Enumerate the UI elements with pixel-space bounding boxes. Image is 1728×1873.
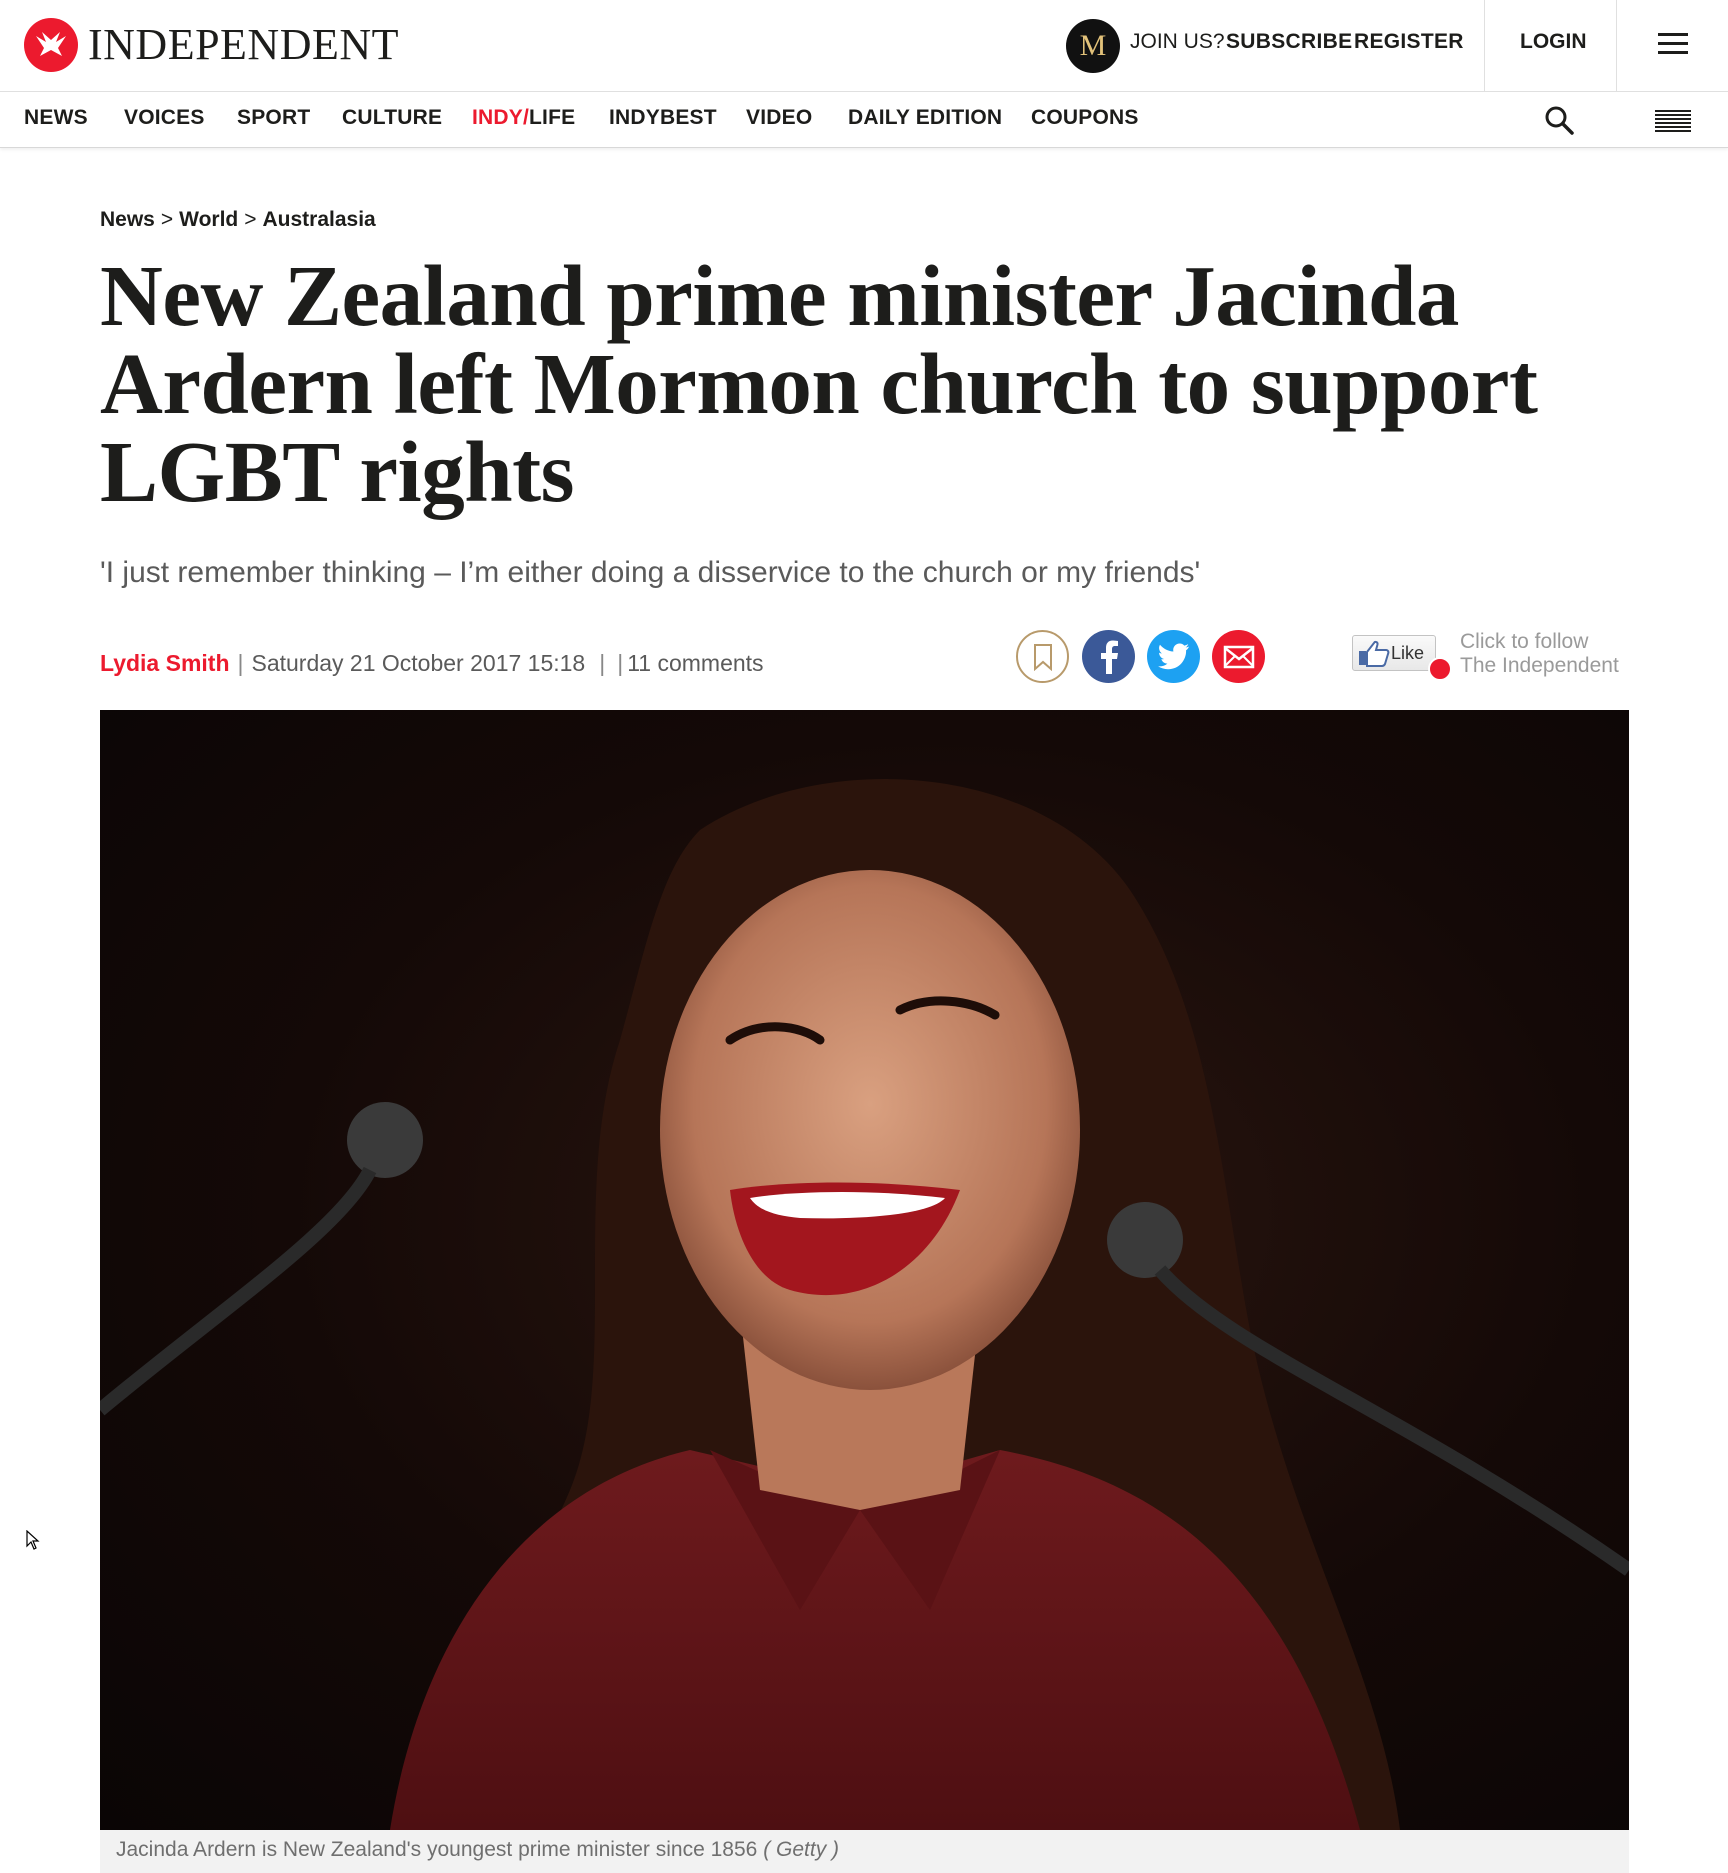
join-us-link[interactable]: JOIN US? bbox=[1130, 30, 1225, 54]
facebook-share-icon[interactable] bbox=[1082, 630, 1135, 683]
byline-divider: | bbox=[617, 650, 624, 676]
header-divider bbox=[1484, 0, 1485, 92]
login-link[interactable]: LOGIN bbox=[1520, 30, 1587, 54]
nav-item-sport[interactable]: SPORT bbox=[237, 106, 310, 130]
nav-item-video[interactable]: VIDEO bbox=[746, 106, 812, 130]
breadcrumb-world[interactable]: World bbox=[179, 208, 238, 231]
daily-edition-icon[interactable] bbox=[1655, 110, 1691, 132]
independent-logo[interactable]: INDEPENDENT bbox=[24, 16, 399, 74]
subscribe-link[interactable]: SUBSCRIBE bbox=[1226, 30, 1352, 54]
nav-item-coupons[interactable]: COUPONS bbox=[1031, 106, 1139, 130]
byline-divider: | bbox=[237, 650, 244, 676]
nav-life-label: LIFE bbox=[529, 106, 576, 129]
brand-wordmark: INDEPENDENT bbox=[88, 20, 400, 69]
follow-line-2: The Independent bbox=[1460, 654, 1619, 677]
follow-prompt[interactable]: Click to follow The Independent bbox=[1460, 630, 1619, 678]
facebook-like-button[interactable]: Like bbox=[1352, 635, 1436, 671]
nav-item-daily-edition[interactable]: DAILY EDITION bbox=[848, 106, 1002, 130]
section-nav: NEWS VOICES SPORT CULTURE INDY/LIFE INDY… bbox=[0, 92, 1728, 148]
article-byline: Lydia Smith | Saturday 21 October 2017 1… bbox=[100, 650, 764, 677]
eagle-logo-icon bbox=[24, 18, 78, 72]
like-label: Like bbox=[1391, 642, 1425, 663]
nav-indy-label: INDY/ bbox=[472, 106, 530, 129]
top-header: INDEPENDENT M JOIN US? SUBSCRIBE REGISTE… bbox=[0, 0, 1728, 148]
mouse-cursor-icon bbox=[26, 1529, 40, 1550]
register-link[interactable]: REGISTER bbox=[1354, 30, 1464, 54]
membership-badge-icon[interactable]: M bbox=[1066, 19, 1120, 73]
byline-divider: | bbox=[599, 650, 606, 676]
breadcrumb: News > World > Australasia bbox=[100, 208, 376, 232]
article-standfirst: 'I just remember thinking – I’m either d… bbox=[100, 556, 1201, 589]
follow-line-1: Click to follow bbox=[1460, 630, 1589, 653]
independent-badge-icon bbox=[1428, 657, 1452, 681]
author-link[interactable]: Lydia Smith bbox=[100, 650, 230, 677]
thumbs-up-icon bbox=[1359, 640, 1390, 667]
nav-item-culture[interactable]: CULTURE bbox=[342, 106, 442, 130]
publish-date: Saturday 21 October 2017 15:18 bbox=[251, 650, 586, 676]
nav-item-indy-life[interactable]: INDY/LIFE bbox=[472, 106, 575, 130]
comments-link[interactable]: 11 comments bbox=[627, 650, 763, 677]
article-headline: New Zealand prime minister Jacinda Arder… bbox=[100, 247, 1538, 520]
photo-credit: ( Getty ) bbox=[763, 1838, 840, 1861]
nav-item-indybest[interactable]: INDYBEST bbox=[609, 106, 717, 130]
hero-photo-illustration bbox=[100, 779, 1629, 1830]
breadcrumb-news[interactable]: News bbox=[100, 208, 155, 231]
caption-text: Jacinda Ardern is New Zealand's youngest… bbox=[116, 1838, 758, 1861]
hamburger-menu-icon[interactable] bbox=[1658, 33, 1688, 55]
bookmark-icon[interactable] bbox=[1016, 630, 1069, 683]
image-caption: Jacinda Ardern is New Zealand's youngest… bbox=[100, 1830, 1629, 1873]
nav-item-voices[interactable]: VOICES bbox=[124, 106, 205, 130]
twitter-share-icon[interactable] bbox=[1147, 630, 1200, 683]
hero-image[interactable] bbox=[100, 710, 1629, 1830]
nav-item-news[interactable]: NEWS bbox=[24, 106, 88, 130]
breadcrumb-australasia[interactable]: Australasia bbox=[263, 208, 376, 231]
email-share-icon[interactable] bbox=[1212, 630, 1265, 683]
breadcrumb-separator: > bbox=[244, 208, 257, 231]
search-icon[interactable] bbox=[1543, 104, 1575, 136]
breadcrumb-separator: > bbox=[160, 208, 174, 231]
